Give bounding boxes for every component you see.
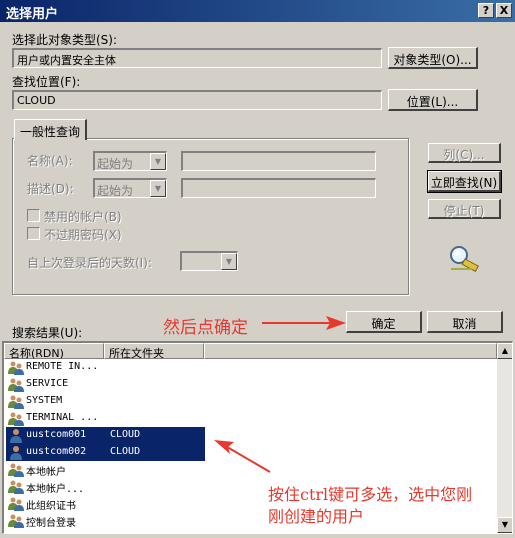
table-row[interactable]: uustcom001 CLOUD bbox=[6, 427, 205, 444]
description-label: 描述(D): bbox=[27, 182, 74, 196]
table-row[interactable]: uustcom002 CLOUD bbox=[6, 444, 205, 461]
non-expiring-password-checkbox[interactable] bbox=[27, 227, 40, 240]
row-name: TERMINAL ... bbox=[26, 412, 99, 423]
cancel-button[interactable]: 取消 bbox=[427, 311, 503, 333]
row-folder: CLOUD bbox=[110, 429, 141, 440]
group-icon bbox=[8, 497, 24, 511]
close-button[interactable]: X bbox=[496, 3, 512, 18]
column-header-empty bbox=[204, 343, 497, 359]
group-icon bbox=[8, 412, 24, 426]
row-name: 控制台登录 bbox=[26, 518, 76, 529]
location-label: 查找位置(F): bbox=[12, 75, 81, 89]
disabled-accounts-checkbox[interactable] bbox=[27, 209, 40, 222]
row-name: REMOTE IN... bbox=[26, 361, 99, 372]
tab-common-queries[interactable]: 一般性查询 bbox=[14, 119, 88, 140]
table-row[interactable]: 本地帐户... bbox=[6, 478, 196, 495]
days-since-logon-select[interactable]: ▼ bbox=[180, 251, 238, 271]
object-type-field: 用户或内置安全主体 bbox=[12, 48, 382, 68]
arrow-right-icon bbox=[262, 316, 346, 330]
chevron-down-icon: ▼ bbox=[150, 153, 166, 170]
days-since-logon-label: 自上次登录后的天数(I): bbox=[27, 256, 152, 270]
location-field: CLOUD bbox=[12, 90, 382, 110]
group-icon bbox=[8, 395, 24, 409]
non-expiring-password-label: 不过期密码(X) bbox=[44, 228, 122, 242]
group-icon bbox=[8, 361, 24, 375]
name-input[interactable] bbox=[181, 151, 376, 171]
row-name: 此组织证书 bbox=[26, 501, 76, 512]
name-mode-select[interactable]: 起始为 ▼ bbox=[93, 151, 167, 171]
arrow-left-icon bbox=[214, 440, 271, 473]
stop-button[interactable]: 停止(T) bbox=[428, 199, 501, 219]
table-row[interactable]: 控制台登录 bbox=[6, 512, 196, 529]
table-row[interactable]: SYSTEM bbox=[6, 393, 196, 410]
row-name: 本地帐户 bbox=[26, 467, 66, 478]
row-name: SYSTEM bbox=[26, 395, 63, 406]
row-folder: CLOUD bbox=[110, 446, 141, 457]
description-mode-select[interactable]: 起始为 ▼ bbox=[93, 178, 167, 198]
find-now-button[interactable]: 立即查找(N) bbox=[427, 170, 502, 193]
name-label: 名称(A): bbox=[27, 154, 73, 168]
description-mode-value: 起始为 bbox=[97, 184, 134, 198]
name-mode-value: 起始为 bbox=[97, 157, 134, 171]
table-row[interactable]: REMOTE IN... bbox=[6, 359, 196, 376]
user-icon bbox=[10, 429, 22, 443]
annotation-then-click-ok: 然后点确定 bbox=[163, 318, 248, 338]
description-input[interactable] bbox=[181, 178, 376, 198]
user-icon bbox=[10, 446, 22, 460]
chevron-down-icon: ▼ bbox=[221, 253, 237, 270]
search-results-label: 搜索结果(U): bbox=[12, 326, 83, 340]
group-icon bbox=[8, 480, 24, 494]
table-row[interactable]: SERVICE bbox=[6, 376, 196, 393]
annotation-ctrl-multiselect-line2: 刚创建的用户 bbox=[268, 507, 365, 526]
group-icon bbox=[8, 463, 24, 477]
object-type-label: 选择此对象类型(S): bbox=[12, 33, 118, 47]
group-icon bbox=[8, 514, 24, 528]
scroll-up-button[interactable]: ▲ bbox=[497, 343, 512, 359]
columns-button[interactable]: 列(C)... bbox=[428, 143, 501, 163]
scroll-down-button[interactable]: ▼ bbox=[497, 517, 512, 533]
column-header-name[interactable]: 名称(RDN) bbox=[4, 343, 104, 360]
ok-button[interactable]: 确定 bbox=[346, 311, 422, 333]
disabled-accounts-label: 禁用的帐户(B) bbox=[44, 210, 122, 224]
column-header-folder[interactable]: 所在文件夹 bbox=[104, 343, 204, 360]
table-row[interactable]: 此组织证书 bbox=[6, 495, 196, 512]
row-name: SERVICE bbox=[26, 378, 69, 389]
row-name: uustcom001 bbox=[26, 429, 87, 440]
locations-button[interactable]: 位置(L)... bbox=[388, 89, 478, 111]
title-bar: 选择用户 bbox=[0, 0, 515, 22]
chevron-down-icon: ▼ bbox=[150, 180, 166, 197]
row-name: uustcom002 bbox=[26, 446, 87, 457]
group-icon bbox=[8, 378, 24, 392]
row-name: 本地帐户... bbox=[26, 484, 85, 495]
annotation-ctrl-multiselect-line1: 按住ctrl键可多选，选中您刚 bbox=[268, 485, 473, 504]
vertical-scrollbar[interactable] bbox=[497, 343, 512, 533]
table-row[interactable]: 本地帐户 bbox=[6, 461, 196, 478]
search-flashlight-icon bbox=[450, 246, 479, 273]
window-title: 选择用户 bbox=[6, 7, 59, 22]
help-button[interactable]: ? bbox=[478, 3, 494, 18]
table-row[interactable]: TERMINAL ... bbox=[6, 410, 196, 427]
object-types-button[interactable]: 对象类型(O)... bbox=[388, 47, 478, 69]
